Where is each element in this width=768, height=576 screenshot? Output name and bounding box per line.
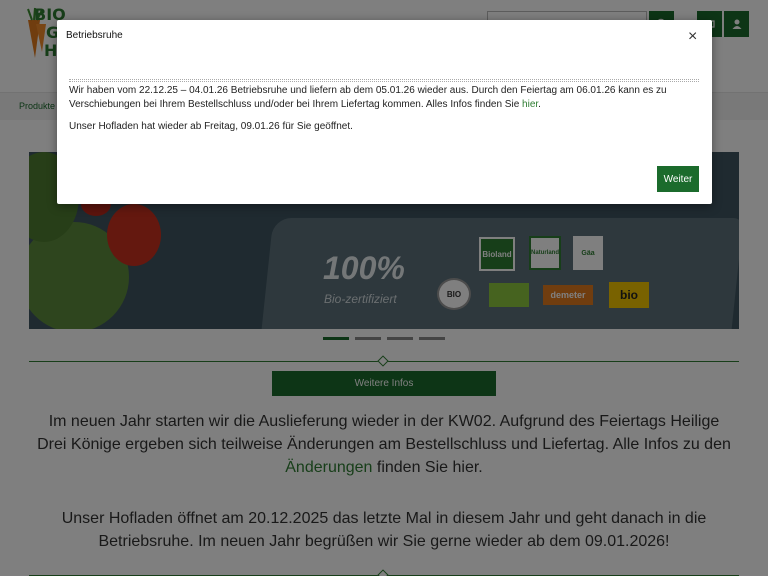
dialog-separator [69, 79, 699, 82]
dialog-message-2: Unser Hofladen hat wieder ab Freitag, 09… [69, 121, 353, 132]
dialog-text-1-end: . [538, 99, 541, 110]
dialog-text-1: Wir haben vom 22.12.25 – 04.01.26 Betrie… [69, 85, 667, 110]
dialog-info-link[interactable]: hier [522, 99, 538, 110]
dialog-message-1: Wir haben vom 22.12.25 – 04.01.26 Betrie… [69, 84, 701, 112]
continue-button[interactable]: Weiter [657, 166, 699, 192]
dialog-title: Betriebsruhe [66, 30, 123, 41]
closure-dialog: Betriebsruhe × Wir haben vom 22.12.25 – … [57, 20, 712, 204]
close-icon[interactable]: × [688, 29, 697, 45]
